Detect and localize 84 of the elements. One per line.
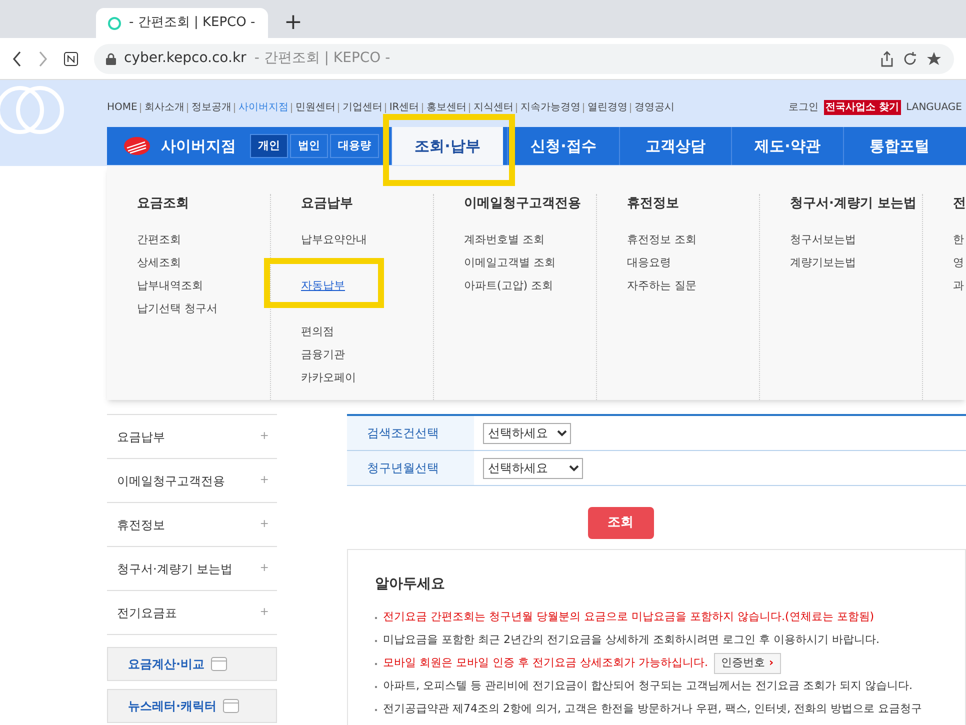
- search-button[interactable]: 조회: [588, 507, 654, 539]
- menu-link[interactable]: 카카오페이: [301, 370, 356, 384]
- browser-tab[interactable]: - 간편조회 | KEPCO -: [96, 8, 268, 38]
- menu-link[interactable]: 금융기관: [301, 348, 345, 360]
- customer-type-tab[interactable]: 개인: [250, 134, 288, 158]
- top-link[interactable]: 기업센터: [342, 100, 382, 115]
- top-link[interactable]: 지식센터: [473, 100, 514, 115]
- main-nav-tab[interactable]: 조회·납부: [391, 127, 503, 165]
- address-bar[interactable]: cyber.kepco.co.kr - 간편조회 | KEPCO -: [94, 44, 954, 74]
- new-tab-button[interactable]: +: [284, 12, 302, 34]
- menu-link[interactable]: 간편조회: [137, 232, 181, 246]
- menu-link[interactable]: 과: [953, 278, 964, 292]
- loading-icon: [108, 16, 121, 30]
- menu-link[interactable]: 아파트(고압) 조회: [464, 278, 554, 292]
- site-icon[interactable]: [64, 52, 78, 66]
- menu-link[interactable]: 이메일고객별 조회: [464, 256, 556, 268]
- customer-type-tab[interactable]: 법인: [290, 134, 328, 158]
- main-nav-tab[interactable]: 신청·접수: [507, 127, 619, 165]
- main-nav-tab[interactable]: 통합포털: [843, 127, 955, 165]
- top-link[interactable]: 지속가능경영: [520, 100, 580, 115]
- notice-text: 모바일 회원은 모바일 인증 후 전기요금 상세조회가 가능하십니다.: [383, 655, 708, 672]
- top-link[interactable]: 정보공개: [191, 100, 232, 115]
- sidebar-item[interactable]: 전기요금표 +: [107, 590, 277, 634]
- sidebar-item[interactable]: 이메일청구고객전용 +: [107, 458, 277, 502]
- menu-link[interactable]: 상세조회: [137, 256, 181, 268]
- menu-link[interactable]: 계좌번호별 조회: [464, 232, 544, 246]
- customer-type-tab[interactable]: 대용량: [330, 134, 379, 158]
- notice-title: 알아두세요: [375, 575, 446, 594]
- utility-link[interactable]: 전국사업소 찾기: [824, 100, 902, 115]
- top-link[interactable]: 민원센터: [295, 100, 336, 115]
- select-field[interactable]: 선택하세요: [483, 422, 571, 444]
- menu-link[interactable]: 납부내역조회: [137, 278, 203, 292]
- menu-link[interactable]: 자동납부: [301, 278, 345, 292]
- menu-link[interactable]: 납부요약안내: [301, 232, 367, 246]
- sidebar-item[interactable]: 요금납부 +: [107, 414, 277, 458]
- top-link[interactable]: HOME: [107, 100, 138, 115]
- menu-link[interactable]: 한: [953, 232, 964, 246]
- sidebar-item[interactable]: 휴전정보 +: [107, 502, 277, 546]
- form-label: 검색조건선택: [347, 416, 474, 450]
- menu-heading: 청구서·계량기 보는법: [790, 195, 918, 213]
- select-field[interactable]: 선택하세요: [483, 458, 583, 478]
- sidebar-item[interactable]: 청구서·계량기 보는법 +: [107, 546, 277, 590]
- menu-heading: 요금납부: [301, 195, 354, 213]
- utility-link[interactable]: LANGUAGE: [906, 100, 962, 115]
- page-title-text: - 간편조회 | KEPCO -: [254, 49, 390, 68]
- top-link[interactable]: 경영공시: [634, 100, 674, 115]
- window-icon: [210, 657, 227, 671]
- notice-text: 전기요금 간편조회는 청구년월 당월분의 요금으로 미납요금을 포함하지 않습니다.(연체료는 포함됨): [383, 609, 874, 626]
- menu-link[interactable]: 편의점: [301, 324, 334, 338]
- menu-link[interactable]: 납기선택 청구서: [137, 302, 218, 314]
- menu-link[interactable]: 청구서보는법: [790, 232, 856, 246]
- sidebar-banner[interactable]: 뉴스레터·캐릭터: [107, 689, 277, 723]
- auth-number-button[interactable]: 인증번호 ›: [714, 653, 781, 674]
- notice-text: 아파트, 오피스텔 등 관리비에 전기요금이 합산되어 청구되는 고객님께서는 전기요금 조회가 되지 않습니다.: [383, 678, 912, 694]
- notice-text: 미납요금을 포함한 최근 2년간의 전기요금을 상세하게 조회하시려면 로그인 후 이용하시기 바랍니다.: [383, 632, 880, 648]
- lock-icon: [106, 52, 116, 64]
- menu-link[interactable]: 자주하는 질문: [627, 278, 696, 292]
- top-link[interactable]: 열린경영: [587, 100, 628, 115]
- reload-icon[interactable]: [902, 50, 918, 66]
- tab-title: - 간편조회 | KEPCO -: [129, 14, 256, 32]
- menu-heading: 휴전정보: [627, 195, 680, 213]
- notice-text: 전기공급약관 제74조의 2항에 의거, 고객은 한전을 방문하거나 우편, 팩스, 인터넷, 전화의 방법으로 요금청구: [383, 701, 922, 718]
- menu-link[interactable]: 대응요령: [627, 256, 671, 268]
- url-text: cyber.kepco.co.kr: [124, 49, 246, 68]
- star-icon[interactable]: [926, 50, 942, 66]
- sidebar-banner[interactable]: 요금계산·비교: [107, 647, 277, 681]
- top-link[interactable]: 홍보센터: [426, 100, 466, 115]
- brand-title: 사이버지점: [161, 136, 236, 157]
- menu-heading: 이메일청구고객전용: [464, 195, 582, 213]
- form-label: 청구년월선택: [347, 451, 474, 485]
- main-nav-tab[interactable]: 제도·약관: [731, 127, 843, 165]
- back-icon[interactable]: [12, 50, 22, 66]
- menu-heading: 전: [953, 195, 966, 213]
- top-link[interactable]: 회사소개: [144, 100, 184, 115]
- menu-heading: 요금조회: [137, 195, 190, 213]
- logo-icon: [123, 136, 151, 156]
- window-icon: [222, 699, 239, 713]
- menu-link[interactable]: 휴전정보 조회: [627, 232, 696, 246]
- menu-link[interactable]: 영: [953, 256, 964, 268]
- menu-link[interactable]: 계량기보는법: [790, 256, 856, 268]
- top-link[interactable]: IR센터: [389, 100, 420, 115]
- utility-link[interactable]: 로그인: [788, 100, 819, 115]
- main-nav-tab[interactable]: 고객상담: [619, 127, 731, 165]
- share-icon[interactable]: [880, 50, 894, 66]
